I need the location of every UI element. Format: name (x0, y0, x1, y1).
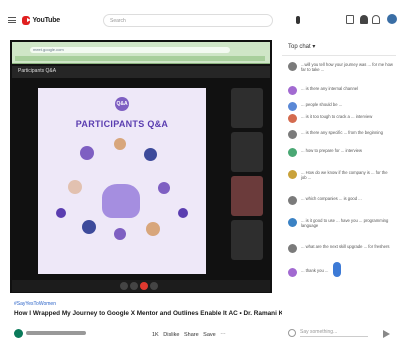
mic-toggle-button[interactable] (120, 282, 128, 290)
participant-tile (231, 176, 263, 216)
participant-figure (56, 208, 66, 218)
chat-message-text: ... is it good to use ... have you ... p… (301, 218, 389, 229)
menu-icon[interactable] (8, 17, 16, 23)
chat-message-text: ... is it too tough to crack a ... inter… (301, 114, 373, 119)
chat-message-text: ... is there any internal channel (301, 86, 359, 91)
participant-figure (178, 208, 188, 218)
create-video-icon[interactable] (346, 15, 354, 24)
mic-icon[interactable] (296, 16, 300, 24)
channel-name[interactable] (26, 331, 86, 335)
participant-figure (158, 182, 170, 194)
avatar[interactable] (387, 14, 397, 24)
video-actions[interactable]: 1K Dislike Share Save ⋯ (152, 332, 226, 338)
send-icon[interactable] (383, 330, 390, 338)
browser-frame: meet.google.com (12, 42, 270, 64)
participant-figure (80, 146, 94, 160)
play-logo-icon (22, 15, 32, 25)
participant-figure (68, 180, 82, 194)
chat-message-text: ... what are the next skill upgrade ... … (301, 244, 390, 249)
participant-tile (231, 88, 263, 128)
slide-title: PARTICIPANTS Q&A (75, 119, 169, 129)
chat-avatar[interactable] (288, 86, 297, 95)
chat-header[interactable]: Top chat ▾ (288, 43, 315, 50)
apps-icon[interactable] (372, 15, 380, 24)
participant-figure (114, 138, 126, 150)
camera-toggle-button[interactable] (130, 282, 138, 290)
chat-avatar[interactable] (288, 62, 297, 71)
participant-figure (82, 220, 96, 234)
qa-badge: Q&A (115, 97, 129, 111)
chat-avatar[interactable] (288, 170, 297, 179)
browser-tabs (15, 56, 265, 61)
channel-row[interactable] (14, 329, 134, 339)
video-title: How I Wrapped My Journey to Google X Men… (14, 310, 299, 317)
chat-message-text: ... is there any specific ... from the b… (301, 130, 383, 135)
participant-figure (144, 148, 157, 161)
meeting-title: Participants Q&A (18, 68, 57, 74)
chat-avatar[interactable] (288, 130, 297, 139)
chat-divider (282, 55, 396, 56)
chat-message-text: ... how to prepare for ... interview (301, 148, 362, 153)
chat-avatar[interactable] (288, 102, 297, 111)
search-input[interactable]: Search (103, 14, 273, 27)
emoji-icon[interactable] (288, 329, 296, 337)
end-call-button[interactable] (140, 282, 148, 290)
participant-figure (102, 184, 140, 218)
presentation-slide (38, 88, 206, 274)
notifications-icon[interactable] (360, 15, 368, 24)
chat-avatar[interactable] (288, 196, 297, 205)
chat-input[interactable]: Say something... (300, 329, 337, 335)
chat-avatar[interactable] (288, 218, 297, 227)
video-hashtag[interactable]: #SayYesToWomen (14, 301, 56, 307)
chat-scroll-thumb[interactable] (333, 262, 341, 277)
chat-message-text: ... people should be ... (301, 102, 343, 107)
chat-input-underline (300, 336, 368, 337)
chat-avatar[interactable] (288, 244, 297, 253)
channel-avatar[interactable] (14, 329, 23, 338)
youtube-logo[interactable]: YouTube (22, 14, 60, 26)
chat-avatar[interactable] (288, 268, 297, 277)
live-chat (282, 30, 396, 350)
participant-tile (231, 132, 263, 172)
browser-url: meet.google.com (30, 47, 230, 53)
participant-figure (146, 222, 160, 236)
more-options-button[interactable] (150, 282, 158, 290)
participant-tile (231, 220, 263, 260)
participant-figure (114, 228, 126, 240)
chat-message-text: ...will you tell how your journey was ..… (301, 62, 393, 73)
logo-text: YouTube (32, 16, 60, 24)
chat-message-text: ... How do we know if the company is ...… (301, 170, 388, 181)
chat-avatar[interactable] (288, 114, 297, 123)
chat-message-text: ... thank you ... (301, 268, 329, 273)
chat-avatar[interactable] (288, 148, 297, 157)
chat-message-text: ... which companies ... is good ... (301, 196, 362, 201)
